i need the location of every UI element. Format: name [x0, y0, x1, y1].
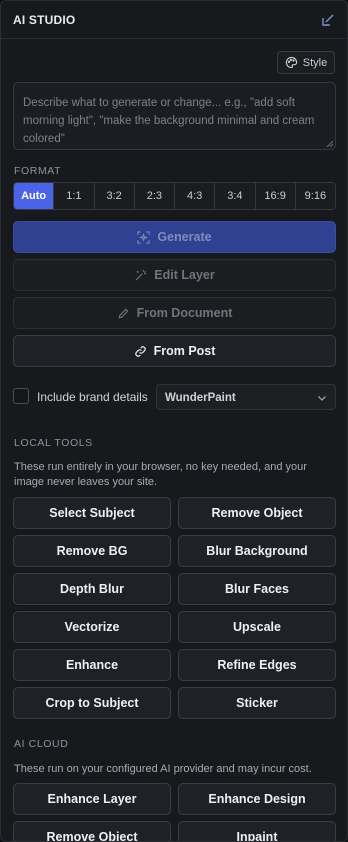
enhance-layer-button[interactable]: Enhance Layer	[13, 783, 171, 815]
from-post-label: From Post	[153, 344, 216, 358]
generate-label: Generate	[157, 230, 212, 244]
prompt-placeholder: Describe what to generate or change... e…	[23, 97, 315, 145]
crop-to-subject-button[interactable]: Crop to Subject	[13, 687, 171, 719]
ratio-9-16[interactable]: 9:16	[294, 183, 335, 209]
local-tools-label: LOCAL TOOLS	[14, 437, 93, 449]
generate-button[interactable]: Generate	[13, 221, 336, 253]
brand-row: Include brand details WunderPaint	[13, 384, 336, 410]
brand-select-value: WunderPaint	[165, 392, 236, 404]
local-tools-grid: Select Subject Remove Object Remove BG B…	[13, 497, 336, 719]
panel-header: AI STUDIO	[1, 1, 347, 39]
depth-blur-button[interactable]: Depth Blur	[13, 573, 171, 605]
ratio-3-2[interactable]: 3:2	[93, 183, 134, 209]
chevron-down-icon	[318, 396, 326, 401]
from-document-button[interactable]: From Document	[13, 297, 336, 329]
upscale-button[interactable]: Upscale	[178, 611, 336, 643]
include-brand-checkbox[interactable]	[13, 388, 29, 404]
sticker-button[interactable]: Sticker	[178, 687, 336, 719]
pencil-icon	[118, 308, 129, 319]
ratio-3-4[interactable]: 3:4	[214, 183, 255, 209]
ai-cloud-grid: Enhance Layer Enhance Design Remove Obje…	[13, 783, 336, 841]
ai-cloud-label: AI CLOUD	[14, 738, 69, 750]
ratio-2-3[interactable]: 2:3	[133, 183, 174, 209]
ai-studio-panel: AI STUDIO Style Describe what to generat…	[0, 0, 348, 842]
refine-edges-button[interactable]: Refine Edges	[178, 649, 336, 681]
sparkle-scan-icon	[137, 230, 151, 244]
panel-title: AI STUDIO	[13, 12, 76, 27]
aspect-ratio-selector: Auto 1:1 3:2 2:3 4:3 3:4 16:9 9:16	[13, 182, 336, 210]
select-subject-button[interactable]: Select Subject	[13, 497, 171, 529]
ai-cloud-description: These run on your configured AI provider…	[14, 763, 312, 775]
include-brand-label: Include brand details	[37, 390, 148, 404]
prompt-textarea[interactable]: Describe what to generate or change... e…	[13, 82, 336, 150]
resize-grip-icon[interactable]	[326, 140, 333, 147]
ratio-16-9[interactable]: 16:9	[254, 183, 295, 209]
style-button-label: Style	[302, 56, 328, 69]
blur-faces-button[interactable]: Blur Faces	[178, 573, 336, 605]
edit-layer-button[interactable]: Edit Layer	[13, 259, 336, 291]
remove-object-button[interactable]: Remove Object	[178, 497, 336, 529]
format-label: FORMAT	[14, 165, 62, 177]
enhance-button[interactable]: Enhance	[13, 649, 171, 681]
ratio-4-3[interactable]: 4:3	[174, 183, 215, 209]
enhance-design-button[interactable]: Enhance Design	[178, 783, 336, 815]
edit-layer-label: Edit Layer	[154, 268, 215, 282]
inpaint-button[interactable]: Inpaint	[178, 821, 336, 841]
link-icon	[134, 345, 146, 357]
from-post-button[interactable]: From Post	[13, 335, 336, 367]
remove-bg-button[interactable]: Remove BG	[13, 535, 171, 567]
collapse-arrow-icon[interactable]	[321, 13, 335, 27]
vectorize-button[interactable]: Vectorize	[13, 611, 171, 643]
cloud-remove-object-button[interactable]: Remove Object	[13, 821, 171, 841]
brand-select[interactable]: WunderPaint	[156, 384, 336, 410]
local-tools-description: These run entirely in your browser, no k…	[14, 461, 307, 488]
style-button[interactable]: Style	[277, 51, 335, 74]
from-document-label: From Document	[136, 306, 233, 320]
magic-wand-icon	[135, 269, 147, 281]
ratio-auto[interactable]: Auto	[14, 183, 54, 209]
palette-icon	[285, 56, 297, 69]
ratio-1-1[interactable]: 1:1	[53, 183, 94, 209]
blur-background-button[interactable]: Blur Background	[178, 535, 336, 567]
